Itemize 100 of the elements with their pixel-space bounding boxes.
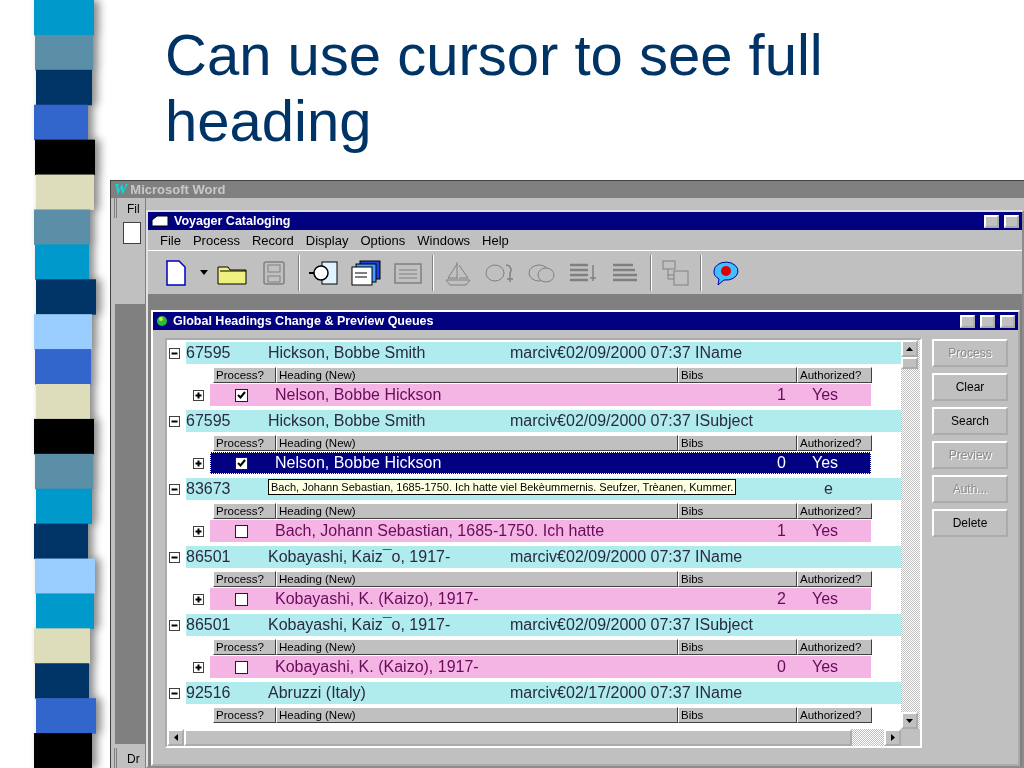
down-arrow-icon[interactable] xyxy=(906,718,913,723)
column-header[interactable]: Process? xyxy=(213,503,276,519)
group-header[interactable]: 67595 Hickson, Bobbe Smith marciv€02/09/2000 07:37 ISubject xyxy=(186,410,901,432)
column-header[interactable]: Bibs xyxy=(678,571,797,587)
column-header[interactable]: Heading (New) xyxy=(276,639,678,655)
collapse-icon[interactable] xyxy=(169,483,180,495)
column-header[interactable]: Process? xyxy=(213,435,276,451)
minimize-button[interactable] xyxy=(984,214,999,228)
maximize-button[interactable] xyxy=(1004,214,1019,228)
record-id: 86501 xyxy=(186,548,232,566)
expand-icon[interactable] xyxy=(193,593,204,605)
collapse-icon[interactable] xyxy=(169,551,180,563)
maximize-button[interactable] xyxy=(980,314,995,328)
column-header[interactable]: Heading (New) xyxy=(276,707,678,723)
queue-info: marciv€02/09/2000 07:37 ISubject xyxy=(510,412,753,430)
new-heading: Kobayashi, K. (Kaizo), 1917- xyxy=(274,658,480,676)
action-button[interactable]: Search xyxy=(932,407,1008,435)
queue-info: e xyxy=(824,480,833,498)
right-arrow-icon[interactable] xyxy=(890,734,895,741)
checkbox[interactable] xyxy=(235,592,248,606)
column-header[interactable]: Authorized? xyxy=(797,503,872,519)
column-header[interactable]: Authorized? xyxy=(797,435,872,451)
heading-name: Kobayashi, Kaiz¯o, 1917- xyxy=(268,616,452,634)
tooltip: Bach, Johann Sebastian, 1685-1750. Ich hatte viel Bekèummernis. Seufzer, Trèanen, Kummer. xyxy=(268,479,737,495)
column-header[interactable]: Process? xyxy=(213,367,276,383)
heading-name: Hickson, Bobbe Smith xyxy=(268,344,427,362)
column-header[interactable]: Process? xyxy=(213,639,276,655)
close-button[interactable] xyxy=(1000,314,1015,328)
column-header[interactable]: Authorized? xyxy=(797,639,872,655)
heading-row[interactable]: Kobayashi, K. (Kaizo), 1917- 2 Yes xyxy=(210,588,871,610)
collapse-icon[interactable] xyxy=(169,347,180,359)
group-header[interactable]: 83673 Bach, Johann Sebastian, 1685-1750. Ich hatte viel Bekèummernis. Seufzer, Trèanen, Kummer. e xyxy=(186,478,901,500)
menu-item[interactable]: Record xyxy=(245,232,300,248)
heading-name: Hickson, Bobbe Smith xyxy=(268,412,427,430)
column-header[interactable]: Bibs xyxy=(678,367,797,383)
window-title: Global Headings Change & Preview Queues xyxy=(173,314,435,328)
expand-icon[interactable] xyxy=(193,457,204,469)
column-header[interactable]: Authorized? xyxy=(797,367,872,383)
heading-row[interactable]: Nelson, Bobbe Hickson 1 Yes xyxy=(210,384,871,406)
new-heading: Nelson, Bobbe Hickson xyxy=(274,386,443,404)
heading-row[interactable]: Bach, Johann Sebastian, 1685-1750. Ich hatte 1 Yes xyxy=(210,520,871,542)
column-header[interactable]: Bibs xyxy=(678,503,797,519)
expand-icon[interactable] xyxy=(193,525,204,537)
vertical-scrollbar[interactable] xyxy=(901,340,920,729)
windows-icon[interactable] xyxy=(350,258,382,287)
authorized-value: Yes xyxy=(811,590,840,608)
column-header[interactable]: Heading (New) xyxy=(276,435,678,451)
window-title: Voyager Cataloging xyxy=(174,214,292,228)
column-header[interactable]: Bibs xyxy=(678,707,797,723)
heading-row[interactable]: Nelson, Bobbe Hickson 0 Yes xyxy=(210,452,871,474)
menu-item[interactable]: Windows xyxy=(411,232,477,248)
caret-icon[interactable] xyxy=(200,269,208,276)
authorized-value: Yes xyxy=(811,658,840,676)
heading-name: Kobayashi, Kaiz¯o, 1917- xyxy=(268,548,452,566)
checkbox[interactable] xyxy=(235,456,248,470)
menu-item[interactable]: Process xyxy=(186,232,246,248)
checkbox[interactable] xyxy=(235,524,248,538)
expand-icon[interactable] xyxy=(193,389,204,401)
record-id: 67595 xyxy=(186,344,232,362)
action-button[interactable]: Delete xyxy=(932,509,1008,537)
column-header[interactable]: Heading (New) xyxy=(276,367,678,383)
column-header[interactable]: Process? xyxy=(213,707,276,723)
column-header[interactable]: Heading (New) xyxy=(276,571,678,587)
bibs-count: 1 xyxy=(776,522,787,540)
up-arrow-icon[interactable] xyxy=(906,346,913,351)
collapse-icon[interactable] xyxy=(169,415,180,427)
group-header[interactable]: 67595 Hickson, Bobbe Smith marciv€02/09/2000 07:37 IName xyxy=(186,342,901,364)
column-header[interactable]: Bibs xyxy=(678,639,797,655)
checkbox[interactable] xyxy=(235,660,248,674)
menu-item[interactable]: File xyxy=(154,232,187,248)
scroll-thumb[interactable] xyxy=(901,357,918,369)
menu-item[interactable]: Options xyxy=(354,232,412,248)
group-header[interactable]: 86501 Kobayashi, Kaiz¯o, 1917- marciv€02/09/2000 07:37 ISubject xyxy=(186,614,901,636)
collapse-icon[interactable] xyxy=(169,687,180,699)
window-title: Microsoft Word xyxy=(130,182,226,197)
record-id: 86501 xyxy=(186,616,232,634)
column-header[interactable]: Authorized? xyxy=(797,707,872,723)
checkbox[interactable] xyxy=(235,388,248,402)
authorized-value: Yes xyxy=(811,454,840,472)
column-header[interactable]: Process? xyxy=(213,571,276,587)
help-icon[interactable] xyxy=(710,258,742,287)
collapse-icon[interactable] xyxy=(169,619,180,631)
menu-item[interactable]: Help xyxy=(476,232,515,248)
action-button[interactable]: Clear xyxy=(932,373,1008,401)
group-header[interactable]: 86501 Kobayashi, Kaiz¯o, 1917- marciv€02/09/2000 07:37 IName xyxy=(186,546,901,568)
column-header[interactable]: Authorized? xyxy=(797,571,872,587)
group-header[interactable]: 92516 Abruzzi (Italy) marciv€02/17/2000 07:37 IName xyxy=(186,682,901,704)
expand-icon[interactable] xyxy=(193,661,204,673)
slide-title: Can use cursor to see full heading xyxy=(164,21,824,155)
magnifier-document-icon[interactable] xyxy=(308,258,340,287)
left-arrow-icon[interactable] xyxy=(173,734,178,741)
menu-item[interactable]: Display xyxy=(299,232,355,248)
record-id: 92516 xyxy=(186,684,232,702)
minimize-button[interactable] xyxy=(960,314,975,328)
column-header[interactable]: Heading (New) xyxy=(276,503,678,519)
heading-row[interactable]: Kobayashi, K. (Kaizo), 1917- 0 Yes xyxy=(210,656,871,678)
new-heading: Kobayashi, K. (Kaizo), 1917- xyxy=(274,590,480,608)
new-heading: Nelson, Bobbe Hickson xyxy=(274,454,443,472)
column-header[interactable]: Bibs xyxy=(678,435,797,451)
bibs-count: 2 xyxy=(776,590,787,608)
